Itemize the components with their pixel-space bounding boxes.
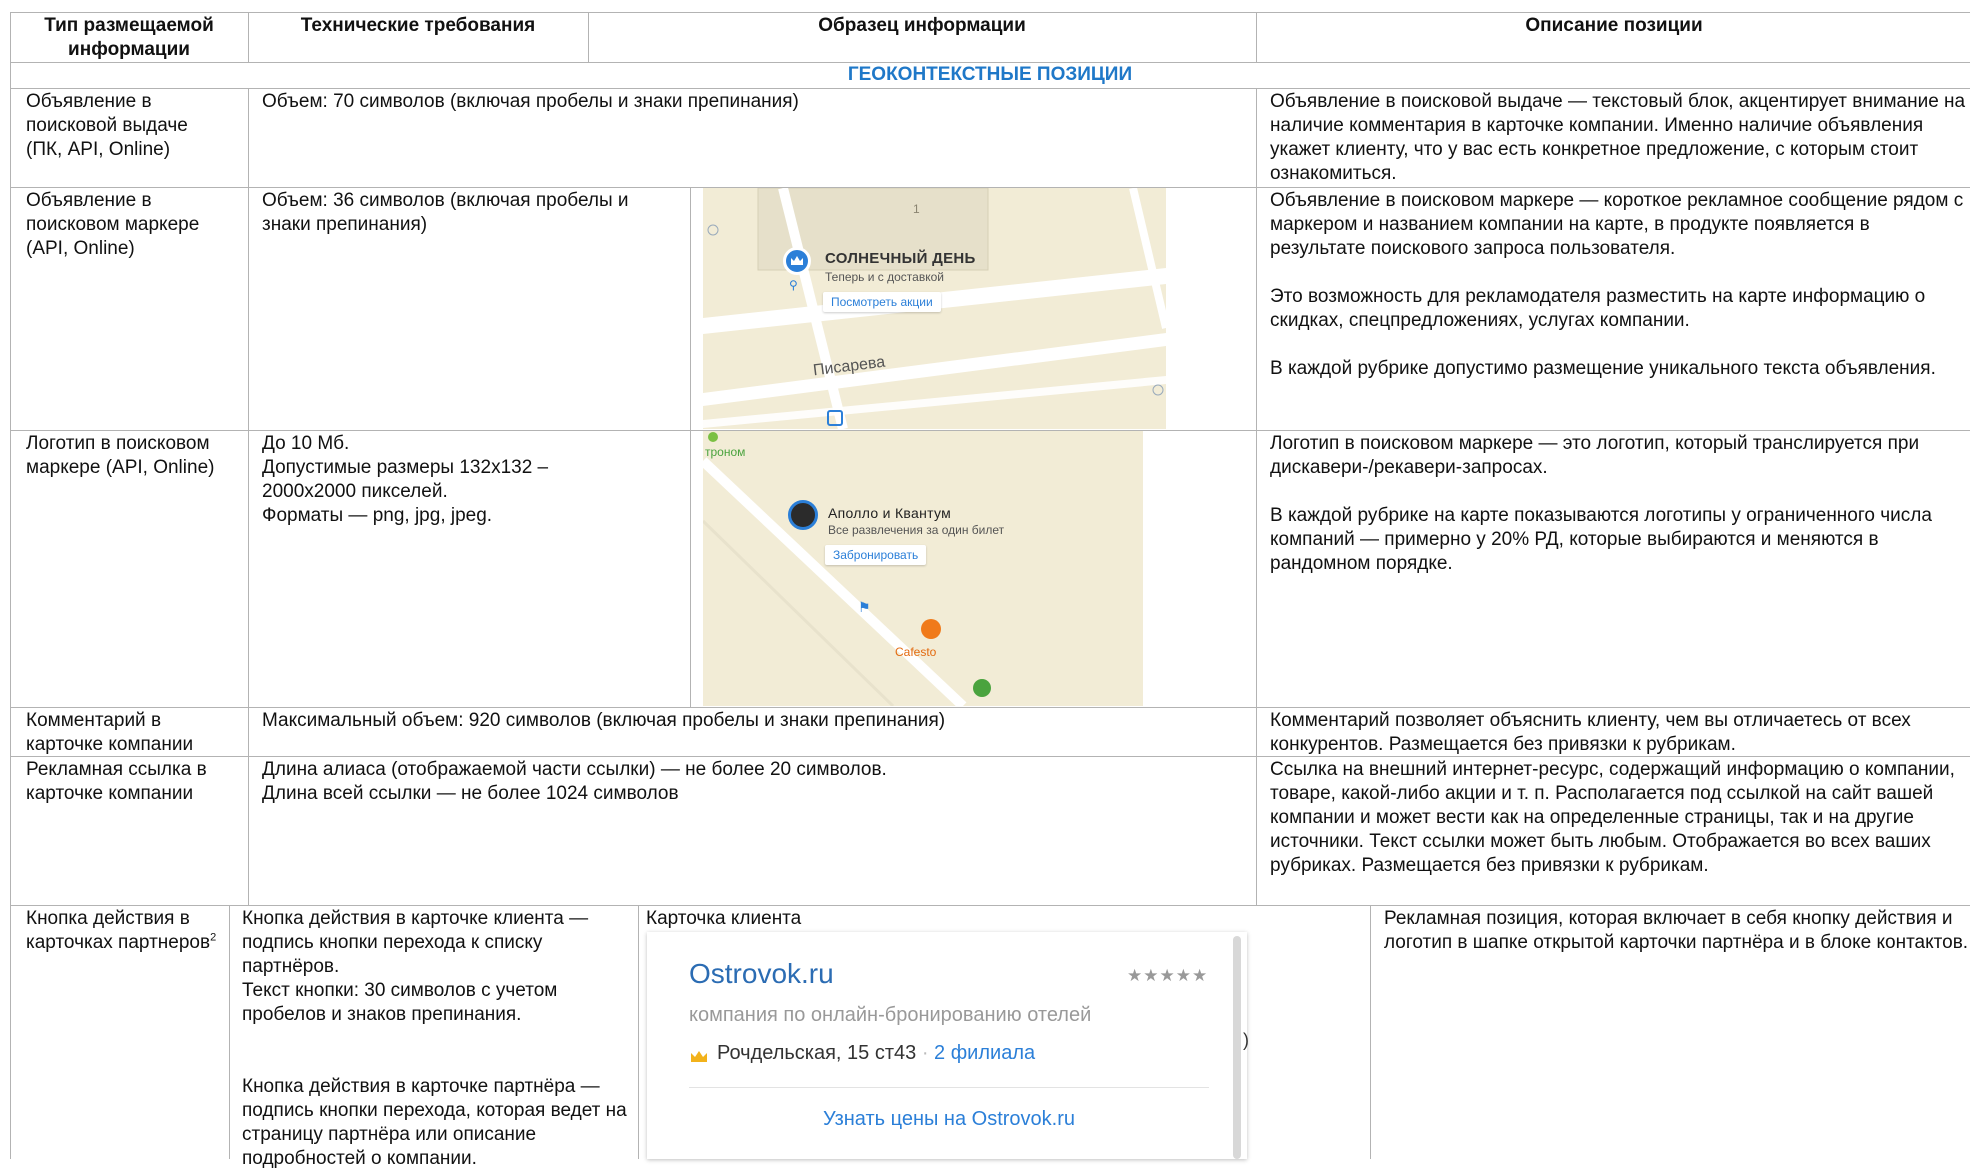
row1-description: Объявление в поисковой выдаче — текстовы…	[1270, 91, 1970, 184]
card-divider	[689, 1087, 1209, 1088]
header-sample: Образец информации	[818, 15, 1026, 36]
footnote-ref: 2	[210, 931, 217, 944]
row2-description: Объявление в поисковом маркере — коротко…	[1270, 190, 1964, 379]
card-edge-mark: )	[1243, 1030, 1249, 1050]
card-action-button[interactable]: Узнать цены на Ostrovok.ru	[689, 1108, 1209, 1131]
row4-type: Комментарий в карточке компании	[26, 710, 194, 755]
card-rating-stars: ★★★★★	[1127, 966, 1209, 985]
card-branches-link[interactable]: 2 филиала	[934, 1042, 1035, 1064]
row2-requirements: Объем: 36 символов (включая пробелы и зн…	[262, 190, 634, 235]
walk-icon: ⚑	[858, 599, 871, 615]
map-ad-text: Теперь и с доставкой	[825, 270, 944, 284]
map-sample-marker-ad: 1 ⚲ СОЛНЕЧНЫЙ ДЕНЬ Теперь и с доставкой …	[703, 188, 1166, 429]
header-description: Описание позиции	[1525, 15, 1703, 36]
card-address-line: Рочдельская, 15 ст43 · 2 филиала	[717, 1042, 1035, 1065]
card-separator: ·	[921, 1042, 929, 1064]
row5-type: Рекламная ссылка в карточке компании	[26, 759, 212, 804]
row5-description: Ссылка на внешний интернет-ресурс, содер…	[1270, 759, 1961, 876]
map-sample-logo: троном Аполло и Квантум Все развлечения …	[703, 431, 1143, 706]
section-title: ГЕОКОНТЕКСТНЫЕ ПОЗИЦИИ	[847, 64, 1133, 85]
client-card: Ostrovok.ru ★★★★★ компания по онлайн-бро…	[647, 932, 1247, 1159]
map-book-button: Забронировать	[825, 545, 927, 565]
delivery-icon: ⚲	[789, 278, 798, 292]
row3-type: Логотип в поисковом маркере (API, Online…	[26, 433, 215, 478]
card-subtitle: компания по онлайн-бронированию отелей	[689, 1004, 1092, 1026]
header-requirements: Технические требования	[300, 15, 536, 36]
row4-description: Комментарий позволяет объяснить клиенту,…	[1270, 710, 1916, 755]
map-background-2	[703, 431, 1143, 706]
card-scrollbar[interactable]	[1233, 936, 1241, 1159]
bus-stop-icon	[827, 410, 843, 426]
map-ad-text-2: Все развлечения за один билет	[828, 523, 1005, 537]
card-address: Рочдельская, 15 ст43	[717, 1042, 917, 1064]
map-corner-label: троном	[705, 445, 746, 459]
row6-sample-caption: Карточка клиента	[646, 908, 802, 929]
map-promo-button: Посмотреть акции	[823, 292, 941, 312]
row6-requirements: Кнопка действия в карточке клиента — под…	[242, 908, 627, 1169]
map-company-name: СОЛНЕЧНЫЙ ДЕНЬ	[825, 250, 976, 267]
cafe-label: Cafesto	[895, 645, 937, 659]
cafe-marker-icon	[921, 619, 941, 639]
crown-icon	[690, 1050, 708, 1062]
row6-type-text: Кнопка действия в карточках партнеров	[26, 908, 211, 953]
row1-requirements: Объем: 70 символов (включая пробелы и зн…	[262, 91, 799, 112]
row5-requirements: Длина алиаса (отображаемой части ссылки)…	[262, 759, 887, 804]
row6-description: Рекламная позиция, которая включает в се…	[1384, 908, 1969, 953]
map-company-name-2: Аполло и Квантум	[828, 505, 952, 521]
row1-type: Объявление в поисковой выдаче (ПК, API, …	[26, 91, 194, 160]
building-number: 1	[913, 202, 920, 216]
crown-marker-icon	[783, 247, 811, 275]
header-type: Тип размещаемой информации	[44, 15, 214, 60]
row3-requirements: До 10 Мб. Допустимые размеры 132х132 – 2…	[262, 433, 549, 526]
row3-description: Логотип в поисковом маркере — это логоти…	[1270, 433, 1932, 574]
company-logo-icon	[788, 500, 818, 530]
row6-type: Кнопка действия в карточках партнеров2	[26, 907, 226, 955]
shop-marker-icon	[973, 679, 991, 697]
row2-type: Объявление в поисковом маркере (API, Onl…	[26, 190, 205, 259]
row4-requirements: Максимальный объем: 920 символов (включа…	[262, 710, 946, 731]
card-company-name: Ostrovok.ru	[689, 958, 834, 989]
